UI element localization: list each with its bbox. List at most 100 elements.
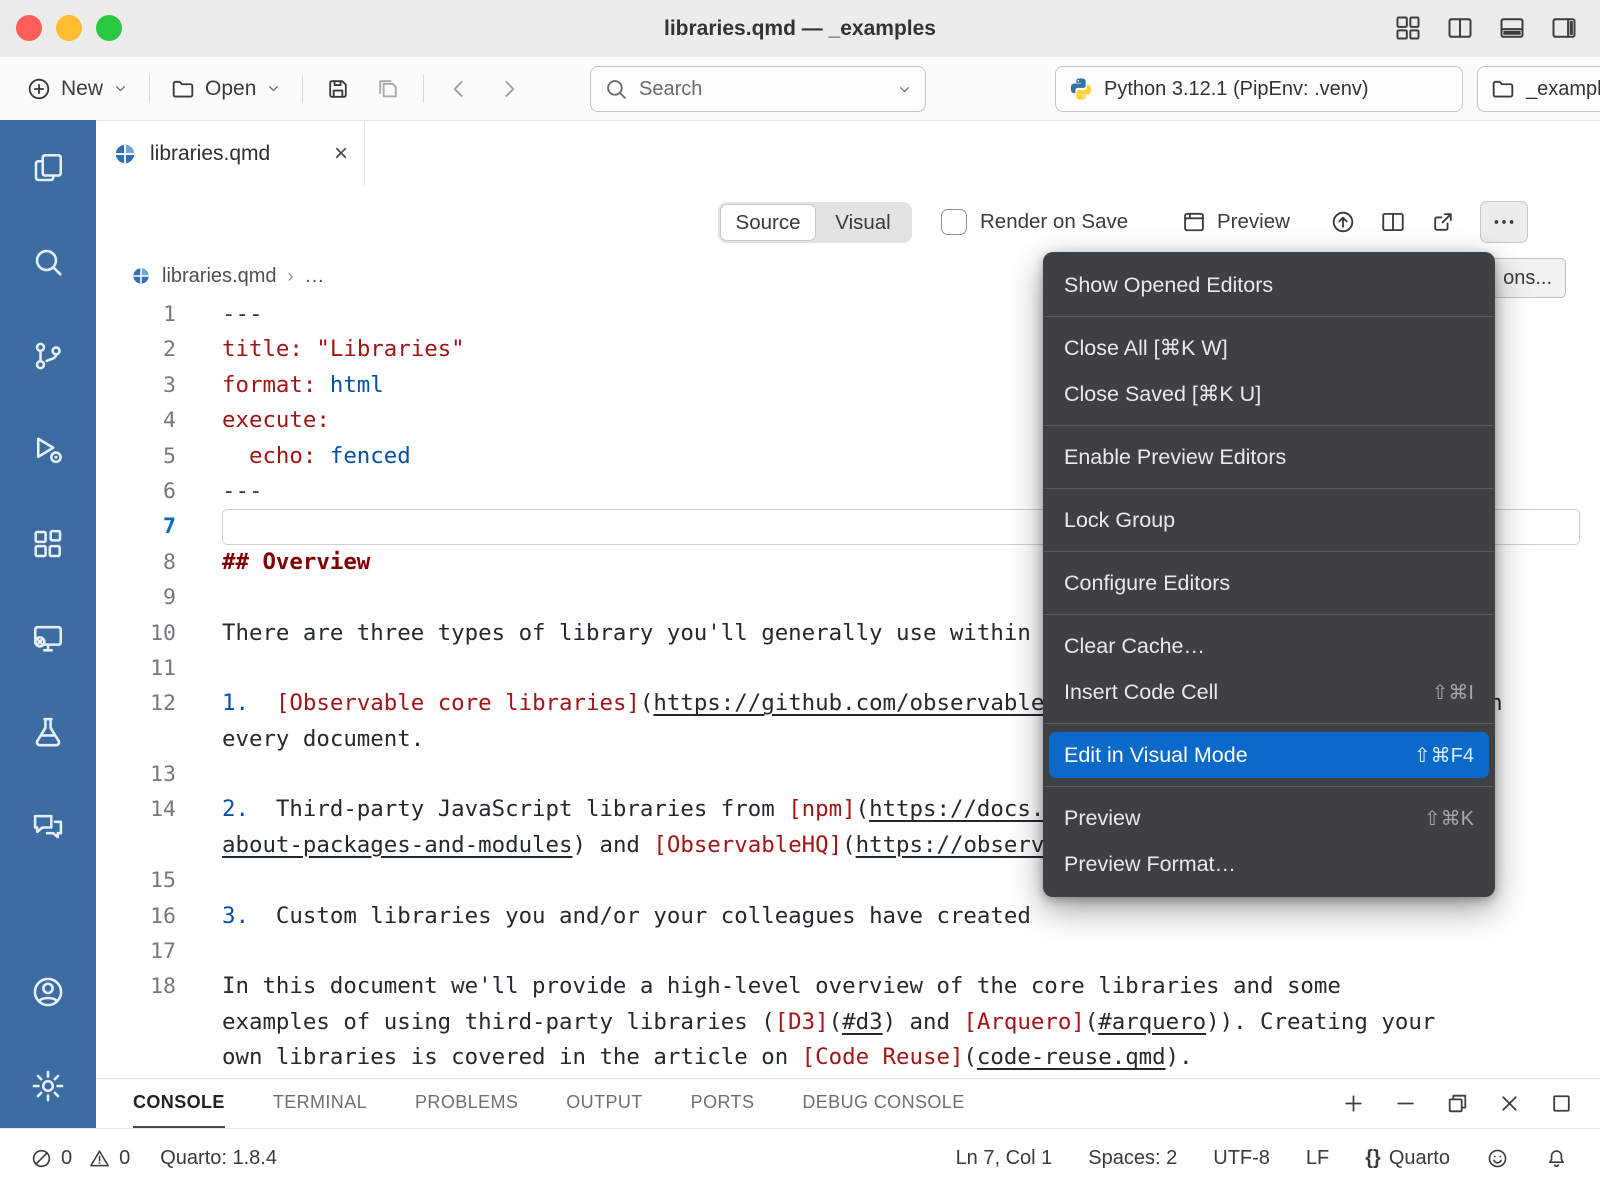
source-mode-button[interactable]: Source [720,204,816,241]
activity-settings[interactable] [24,1062,72,1110]
menu-item-close-all-k-w[interactable]: Close All [⌘K W] [1043,325,1495,371]
menu-item-preview[interactable]: Preview⇧⌘K [1043,795,1495,841]
save-icon[interactable] [325,76,351,102]
panel-tab-output[interactable]: OUTPUT [566,1079,642,1128]
interpreter-selector[interactable]: Python 3.12.1 (PipEnv: .venv) [1055,66,1463,112]
menu-item-show-opened-editors[interactable]: Show Opened Editors [1043,262,1495,308]
activity-source-control[interactable] [24,332,72,380]
restore-panel-icon[interactable] [1445,1091,1470,1116]
code-text: own libraries is covered in the article … [176,1040,1193,1075]
split-editor-icon[interactable] [1446,14,1474,42]
code-line[interactable]: 17 [96,934,1600,969]
panel-tab-console[interactable]: CONSOLE [133,1079,225,1128]
panel-tab-ports[interactable]: PORTS [691,1079,755,1128]
activity-search[interactable] [24,238,72,286]
code-text: --- [176,474,262,509]
close-tab-icon[interactable]: × [334,140,348,168]
feedback-icon[interactable] [1486,1147,1509,1170]
code-line[interactable]: examples of using third-party libraries … [96,1005,1600,1040]
cursor-position[interactable]: Ln 7, Col 1 [956,1147,1053,1170]
menu-item-label: Preview Format… [1064,852,1474,877]
panel-tab-problems[interactable]: PROBLEMS [415,1079,518,1128]
activity-explorer[interactable] [24,144,72,192]
eol[interactable]: LF [1306,1147,1329,1170]
activity-chat[interactable] [24,802,72,850]
search-icon [30,244,66,280]
render-on-save: Render on Save [941,200,1128,244]
menu-item-label: Preview [1064,806,1404,831]
panel-tab-terminal[interactable]: TERMINAL [273,1079,367,1128]
editor-action-icons [1330,200,1528,244]
activity-testing[interactable] [24,708,72,756]
menu-item-configure-editors[interactable]: Configure Editors [1043,560,1495,606]
menu-separator [1044,723,1494,724]
language-mode[interactable]: {} Quarto [1365,1147,1450,1170]
code-line[interactable]: own libraries is covered in the article … [96,1040,1600,1075]
publish-icon[interactable] [1330,209,1356,235]
menu-item-label: Clear Cache… [1064,634,1474,659]
more-actions-button[interactable] [1480,201,1528,243]
menu-item-preview-format[interactable]: Preview Format… [1043,841,1495,887]
workspace-button[interactable]: _examples [1477,66,1600,112]
source-visual-toggle: Source Visual [718,202,912,243]
activity-sessions[interactable] [24,614,72,662]
error-count: 0 [61,1147,72,1170]
menu-item-insert-code-cell[interactable]: Insert Code Cell⇧⌘I [1043,669,1495,715]
code-text: title: "Libraries" [176,332,465,367]
code-text: every document. [176,722,424,757]
customize-layout-icon[interactable] [1394,14,1422,42]
preview-icon [1181,209,1207,235]
split-editor-icon[interactable] [1380,209,1406,235]
code-line[interactable]: 163. Custom libraries you and/or your co… [96,899,1600,934]
menu-item-lock-group[interactable]: Lock Group [1043,497,1495,543]
menu-item-label: Close Saved [⌘K U] [1064,382,1474,407]
close-panel-icon[interactable] [1497,1091,1522,1116]
notifications-icon[interactable] [1545,1147,1568,1170]
menu-item-enable-preview-editors[interactable]: Enable Preview Editors [1043,434,1495,480]
new-button[interactable]: New [16,72,139,106]
menu-item-close-saved-k-u[interactable]: Close Saved [⌘K U] [1043,371,1495,417]
quarto-version[interactable]: Quarto: 1.8.4 [160,1147,277,1170]
add-icon[interactable] [1341,1091,1366,1116]
python-icon [1068,76,1094,102]
toolbar-divider [149,75,150,103]
quarto-file-icon [131,266,151,286]
run-debug-icon [30,432,66,468]
panel-tab-debug-console[interactable]: DEBUG CONSOLE [802,1079,964,1128]
search-combo[interactable]: Search [590,66,926,112]
menu-item-label: Lock Group [1064,508,1474,533]
code-line[interactable]: 18In this document we'll provide a high-… [96,969,1600,1004]
activity-account[interactable] [24,968,72,1016]
collapse-icon[interactable] [1393,1091,1418,1116]
maximize-panel-icon[interactable] [1549,1091,1574,1116]
forward-icon[interactable] [496,76,522,102]
menu-item-edit-in-visual-mode[interactable]: Edit in Visual Mode⇧⌘F4 [1049,732,1489,778]
preview-button[interactable]: Preview [1181,200,1290,244]
save-all-icon[interactable] [375,76,401,102]
secondary-sidebar-icon[interactable] [1550,14,1578,42]
line-number: 10 [96,616,176,651]
code-text: In this document we'll provide a high-le… [176,969,1341,1004]
line-number [96,1005,176,1040]
back-icon[interactable] [446,76,472,102]
open-button[interactable]: Open [160,72,292,106]
open-in-new-window-icon[interactable] [1430,209,1456,235]
visual-mode-button[interactable]: Visual [816,204,910,241]
problems-indicator[interactable]: 0 0 [30,1147,130,1170]
extensions-icon [30,526,66,562]
menu-separator [1044,488,1494,489]
tab-libraries-qmd[interactable]: libraries.qmd × [97,121,365,186]
breadcrumb-file[interactable]: libraries.qmd [162,265,276,288]
panel-bottom-icon[interactable] [1498,14,1526,42]
breadcrumb-more[interactable]: … [304,265,324,288]
menu-item-clear-cache[interactable]: Clear Cache… [1043,623,1495,669]
breadcrumb[interactable]: libraries.qmd › … [131,258,324,294]
code-text [176,580,222,615]
activity-run-debug[interactable] [24,426,72,474]
indentation[interactable]: Spaces: 2 [1088,1147,1177,1170]
activity-extensions[interactable] [24,520,72,568]
settings-icon [30,1068,66,1104]
line-number [96,828,176,863]
encoding[interactable]: UTF-8 [1213,1147,1270,1170]
render-on-save-checkbox[interactable] [941,209,967,235]
